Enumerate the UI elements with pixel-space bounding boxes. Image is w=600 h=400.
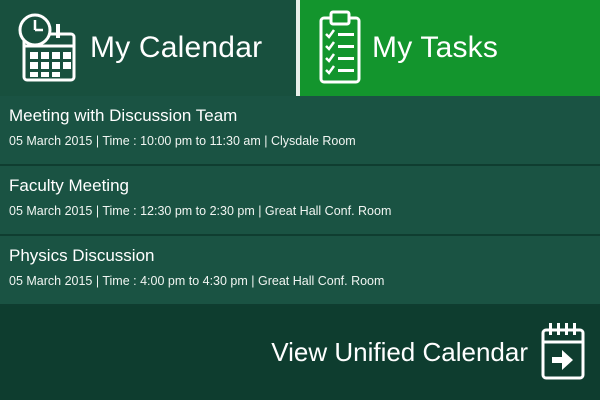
event-details: 05 March 2015 | Time : 12:30 pm to 2:30 …: [9, 204, 392, 218]
event-list: Meeting with Discussion Team 05 March 20…: [0, 96, 600, 306]
tab-my-calendar[interactable]: My Calendar: [0, 0, 296, 96]
list-item[interactable]: Physics Discussion 05 March 2015 | Time …: [0, 236, 600, 306]
event-title: Physics Discussion: [9, 246, 155, 265]
tab-my-tasks-label: My Tasks: [372, 31, 499, 64]
event-title: Meeting with Discussion Team: [9, 106, 238, 125]
list-item[interactable]: Faculty Meeting 05 March 2015 | Time : 1…: [0, 166, 600, 236]
calendar-arrow-icon[interactable]: [540, 320, 586, 387]
tab-my-tasks[interactable]: My Tasks: [300, 0, 600, 96]
event-details: 05 March 2015 | Time : 10:00 pm to 11:30…: [9, 134, 356, 148]
list-item[interactable]: Meeting with Discussion Team 05 March 20…: [0, 96, 600, 166]
clipboard-checklist-icon: [318, 8, 362, 91]
calendar-clock-icon: [18, 8, 80, 89]
tab-my-calendar-label: My Calendar: [90, 31, 263, 64]
event-details: 05 March 2015 | Time : 4:00 pm to 4:30 p…: [9, 274, 385, 288]
tab-bar: My Calendar My Tasks: [0, 0, 600, 96]
footer: View Unified Calendar: [0, 306, 600, 400]
view-unified-calendar-link[interactable]: View Unified Calendar: [271, 336, 528, 368]
event-title: Faculty Meeting: [9, 176, 129, 195]
